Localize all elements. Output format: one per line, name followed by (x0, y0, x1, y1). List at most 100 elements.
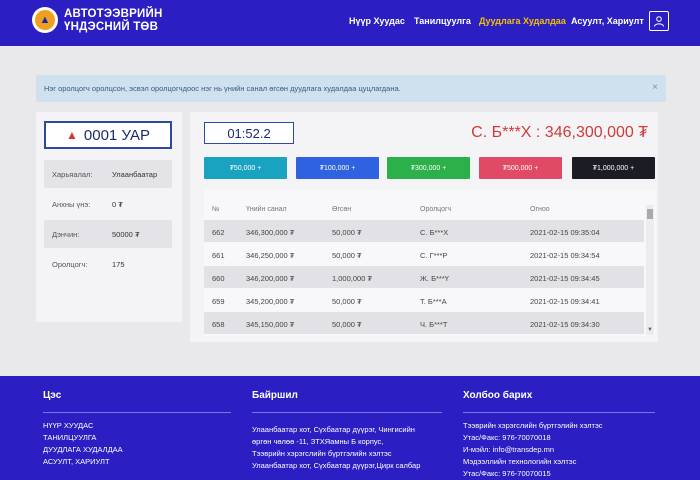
footer-menu: НҮҮР ХУУДАС ТАНИЛЦУУЛГА ДУУДЛАГА ХУДАЛДА… (43, 420, 123, 468)
col-header-number: № (212, 206, 220, 213)
col-header-date: Огноо (530, 206, 550, 213)
footer-divider (252, 412, 442, 413)
cell-bid: 346,300,000 ₮ (246, 228, 295, 237)
nav-auction[interactable]: Дуудлага Худалдаа (479, 16, 566, 26)
info-row-region: Харьяалал: Улаанбаатар (44, 160, 172, 188)
table-row: 659 345,200,000 ₮ 50,000 ₮ Т. Б***А 2021… (204, 289, 644, 311)
alert-text: Нэг оролцогч оролцсон, эсвэл оролцогчдоо… (44, 84, 401, 93)
cell-bidder: Ж. Б***Ү (420, 274, 449, 283)
countdown-timer: 01:52.2 (204, 122, 294, 144)
footer-contact: Тээврийн хэрэгслийн бүртгэлийн хэлтэс Ут… (463, 420, 603, 480)
footer-link-faq[interactable]: АСУУЛТ, ХАРИУЛТ (43, 456, 123, 468)
info-label: Анхны үнэ: (52, 200, 91, 209)
info-row-participants: Оролцогч: 175 (44, 250, 172, 278)
footer-link-home[interactable]: НҮҮР ХУУДАС (43, 420, 123, 432)
table-scrollbar[interactable]: ▼ (646, 205, 654, 335)
col-header-bid: Үнийн санал (246, 206, 287, 213)
info-label: Харьяалал: (52, 170, 93, 179)
contact-line: Тээврийн хэрэгслийн бүртгэлийн хэлтэс (463, 421, 603, 430)
table-row: 660 346,200,000 ₮ 1,000,000 ₮ Ж. Б***Ү 2… (204, 266, 644, 288)
footer-location-title: Байршил (252, 390, 298, 401)
cell-date: 2021-02-15 09:34:54 (530, 251, 600, 260)
close-icon[interactable]: × (652, 82, 658, 93)
scroll-down-icon[interactable]: ▼ (647, 327, 653, 333)
info-value: 0 ₮ (112, 200, 123, 209)
table-row: 658 345,150,000 ₮ 50,000 ₮ Ч. Б***Т 2021… (204, 312, 644, 334)
cell-bidder: С. Г***Р (420, 251, 448, 260)
cell-increment: 50,000 ₮ (332, 251, 362, 260)
cell-number: 658 (212, 320, 225, 329)
user-icon (654, 16, 664, 27)
cell-number: 660 (212, 274, 225, 283)
logo[interactable]: ▲ (32, 7, 58, 33)
header: ▲ АВТОТЭЭВРИЙН ҮНДЭСНИЙ ТӨВ Нүүр Хуудас … (0, 0, 700, 46)
cell-bidder: Т. Б***А (420, 297, 447, 306)
brand-line-2: ҮНДЭСНИЙ ТӨВ (64, 21, 159, 33)
address-line: өргөн чөлөө -11, ЗТХЯамны Б корпус, (252, 437, 384, 446)
cell-bidder: Ч. Б***Т (420, 320, 448, 329)
cell-date: 2021-02-15 09:34:30 (530, 320, 600, 329)
logo-emblem-icon: ▲ (35, 10, 55, 30)
brand-line-1: АВТОТЭЭВРИЙН (64, 8, 163, 20)
bids-table: № Үнийн санал Өгсөн Оролцогч Огноо 662 3… (204, 190, 656, 336)
address-line: Улаанбаатар хот, Сүхбаатар дүүрэг,Цирк с… (252, 461, 421, 470)
footer: Цэс НҮҮР ХУУДАС ТАНИЛЦУУЛГА ДУУДЛАГА ХУД… (0, 376, 700, 480)
address-line: Тээврийн хэрэгслийн бүртгэлийн хэлтэс (252, 449, 392, 458)
scroll-thumb[interactable] (647, 209, 653, 219)
lot-info-panel: ▲ 0001 УАР Харьяалал: Улаанбаатар Анхны … (36, 112, 182, 322)
leading-bid: С. Б***Х : 346,300,000 ₮ (471, 124, 648, 141)
footer-address: Улаанбаатар хот, Сүхбаатар дүүрэг, Чинги… (252, 424, 420, 472)
cell-bid: 346,200,000 ₮ (246, 274, 295, 283)
cell-number: 661 (212, 251, 225, 260)
footer-menu-title: Цэс (43, 390, 62, 401)
col-header-increment: Өгсөн (332, 206, 352, 213)
cell-date: 2021-02-15 09:35:04 (530, 228, 600, 237)
contact-email[interactable]: И-мэйл: info@transdep.mn (463, 444, 603, 456)
info-label: Оролцогч: (52, 260, 88, 269)
bid-500000-button[interactable]: ₮500,000 + (479, 157, 562, 179)
cell-bidder: С. Б***Х (420, 228, 449, 237)
nav-about[interactable]: Танилцуулга (414, 16, 471, 26)
info-label: Дэнчин: (52, 230, 80, 239)
footer-link-auction[interactable]: ДУУДЛАГА ХУДАЛДАА (43, 444, 123, 456)
footer-divider (43, 412, 231, 413)
cell-number: 662 (212, 228, 225, 237)
cell-bid: 345,200,000 ₮ (246, 297, 295, 306)
bid-300000-button[interactable]: ₮300,000 + (387, 157, 470, 179)
col-header-bidder: Оролцогч (420, 206, 452, 213)
auction-panel: 01:52.2 С. Б***Х : 346,300,000 ₮ ₮50,000… (190, 112, 658, 342)
contact-line: Утас/Факс: 976-70070018 (463, 433, 551, 442)
cell-increment: 1,000,000 ₮ (332, 274, 373, 283)
info-value: 175 (112, 260, 125, 269)
cell-date: 2021-02-15 09:34:45 (530, 274, 600, 283)
nav-home[interactable]: Нүүр Хуудас (349, 16, 405, 26)
footer-contact-title: Холбоо барих (463, 390, 533, 401)
footer-link-about[interactable]: ТАНИЛЦУУЛГА (43, 432, 123, 444)
cell-increment: 50,000 ₮ (332, 297, 362, 306)
table-row: 662 346,300,000 ₮ 50,000 ₮ С. Б***Х 2021… (204, 220, 644, 242)
lot-number: 0001 УАР (83, 126, 150, 144)
bid-100000-button[interactable]: ₮100,000 + (296, 157, 379, 179)
cell-bid: 345,150,000 ₮ (246, 320, 295, 329)
bid-1000000-button[interactable]: ₮1,000,000 + (572, 157, 655, 179)
pin-icon: ▲ (66, 128, 78, 142)
cell-increment: 50,000 ₮ (332, 320, 362, 329)
info-value: 50000 ₮ (112, 230, 140, 239)
info-alert: Нэг оролцогч оролцсон, эсвэл оролцогчдоо… (36, 75, 666, 102)
lot-number-box: ▲ 0001 УАР (44, 121, 172, 149)
footer-divider (463, 412, 655, 413)
user-button[interactable] (649, 11, 669, 31)
contact-line: Утас/Факс: 976-70070015 (463, 469, 551, 478)
cell-number: 659 (212, 297, 225, 306)
bid-50000-button[interactable]: ₮50,000 + (204, 157, 287, 179)
info-row-start-price: Анхны үнэ: 0 ₮ (44, 190, 172, 218)
contact-line: Мэдээллийн технологийн хэлтэс (463, 457, 577, 466)
info-value: Улаанбаатар (112, 170, 158, 179)
cell-date: 2021-02-15 09:34:41 (530, 297, 600, 306)
cell-increment: 50,000 ₮ (332, 228, 362, 237)
address-line: Улаанбаатар хот, Сүхбаатар дүүрэг, Чинги… (252, 425, 415, 434)
nav-faq[interactable]: Асуулт, Хариулт (571, 16, 644, 26)
brand-name[interactable]: АВТОТЭЭВРИЙН ҮНДЭСНИЙ ТӨВ (64, 8, 162, 34)
cell-bid: 346,250,000 ₮ (246, 251, 295, 260)
table-row: 661 346,250,000 ₮ 50,000 ₮ С. Г***Р 2021… (204, 243, 644, 265)
